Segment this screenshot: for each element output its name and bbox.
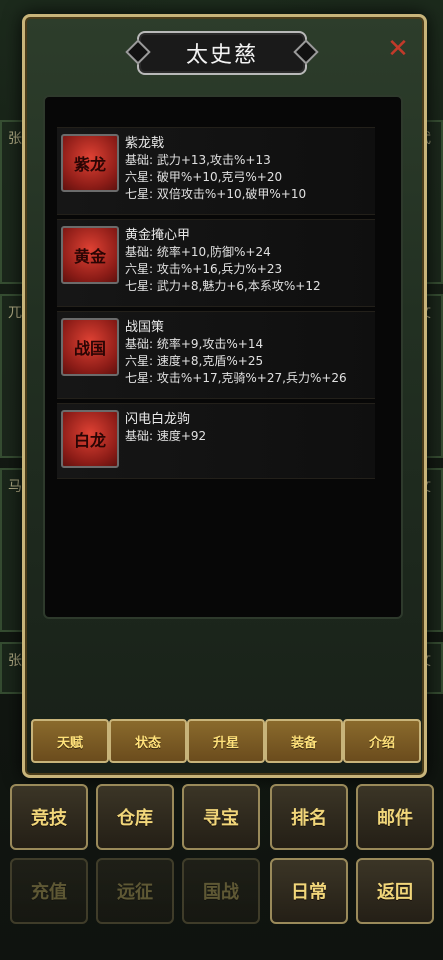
title-plate: 太史慈 (137, 31, 307, 75)
equipment-icon-text: 战国 (73, 339, 106, 358)
equipment-attribute: 基础: 统率+9,攻击%+14 (125, 336, 263, 353)
menu-mail-button[interactable]: 邮件 (356, 784, 434, 850)
attribute-value: 武力+13,攻击%+13 (156, 153, 271, 167)
side-hero-char: 张 (8, 131, 22, 147)
attribute-value: 攻击%+16,兵力%+23 (156, 262, 283, 276)
attribute-label: 七星: (125, 279, 157, 293)
hero-name-title: 太史慈 (185, 43, 258, 68)
equipment-attribute: 七星: 武力+8,魅力+6,本系攻%+12 (125, 278, 321, 295)
attribute-label: 基础: (125, 337, 157, 351)
equipment-item[interactable]: 战国 战国策 基础: 统率+9,攻击%+14 六星: 速度+8,克盾%+25 七… (57, 311, 375, 399)
side-hero-char: 马 (8, 479, 22, 495)
menu-arena-button[interactable]: 竞技 (10, 784, 88, 850)
equipment-name: 闪电白龙驹 (125, 412, 191, 427)
attribute-label: 七星: (125, 187, 157, 201)
equipment-attribute: 七星: 双倍攻击%+10,破甲%+10 (125, 186, 306, 203)
equipment-attribute: 六星: 速度+8,克盾%+25 (125, 353, 263, 370)
attribute-label: 基础: (125, 429, 157, 443)
attribute-label: 基础: (125, 245, 157, 259)
menu-recharge-button[interactable]: 充值 (10, 858, 88, 924)
equipment-name: 紫龙戟 (125, 136, 165, 151)
equipment-attribute: 六星: 破甲%+10,克弓%+20 (125, 169, 282, 186)
equipment-item[interactable]: 白龙 闪电白龙驹 基础: 速度+92 (57, 403, 375, 479)
attribute-value: 速度+92 (156, 429, 207, 443)
equipment-attribute: 基础: 速度+92 (125, 428, 206, 445)
menu-treasure-button[interactable]: 寻宝 (182, 784, 260, 850)
attribute-label: 六星: (125, 262, 157, 276)
tab-status[interactable]: 状态 (109, 719, 187, 763)
side-hero-char: 张 (8, 653, 22, 669)
equipment-name: 战国策 (125, 320, 165, 335)
menu-expedition-button[interactable]: 远征 (96, 858, 174, 924)
tab-talent[interactable]: 天赋 (31, 719, 109, 763)
attribute-value: 武力+8,魅力+6,本系攻%+12 (156, 279, 321, 293)
attribute-label: 七星: (125, 371, 157, 385)
close-button[interactable]: ✕ (386, 34, 410, 64)
equipment-list-panel: 紫龙 紫龙戟 基础: 武力+13,攻击%+13 六星: 破甲%+10,克弓%+2… (43, 95, 403, 619)
tab-equipment[interactable]: 装备 (265, 719, 343, 763)
equipment-icon-text: 黄金 (73, 247, 106, 266)
equipment-attribute: 基础: 统率+10,防御%+24 (125, 244, 271, 261)
menu-warehouse-button[interactable]: 仓库 (96, 784, 174, 850)
attribute-value: 统率+9,攻击%+14 (156, 337, 264, 351)
equipment-attribute: 六星: 攻击%+16,兵力%+23 (125, 261, 282, 278)
tab-star-up[interactable]: 升星 (187, 719, 265, 763)
close-icon: ✕ (387, 34, 409, 64)
side-hero-char: 兀 (8, 305, 22, 321)
equipment-item[interactable]: 黄金 黄金掩心甲 基础: 统率+10,防御%+24 六星: 攻击%+16,兵力%… (57, 219, 375, 307)
equipment-item[interactable]: 紫龙 紫龙戟 基础: 武力+13,攻击%+13 六星: 破甲%+10,克弓%+2… (57, 127, 375, 215)
attribute-value: 速度+8,克盾%+25 (156, 354, 264, 368)
attribute-label: 基础: (125, 153, 157, 167)
equipment-attribute: 基础: 武力+13,攻击%+13 (125, 152, 271, 169)
detail-tabs: 天赋 状态 升星 装备 介绍 (31, 719, 421, 763)
equipment-icon: 黄金 (61, 226, 119, 284)
tab-intro[interactable]: 介绍 (343, 719, 421, 763)
hero-detail-modal: 太史慈 ✕ 紫龙 紫龙戟 基础: 武力+13,攻击%+13 六星: 破甲%+10… (22, 14, 427, 778)
attribute-value: 统率+10,防御%+24 (156, 245, 271, 259)
attribute-value: 攻击%+17,克骑%+27,兵力%+26 (156, 371, 347, 385)
equipment-icon-text: 白龙 (73, 431, 106, 450)
attribute-value: 双倍攻击%+10,破甲%+10 (156, 187, 307, 201)
equipment-attribute: 七星: 攻击%+17,克骑%+27,兵力%+26 (125, 370, 347, 387)
attribute-label: 六星: (125, 170, 157, 184)
equipment-icon: 紫龙 (61, 134, 119, 192)
equipment-icon-text: 紫龙 (73, 155, 106, 174)
attribute-value: 破甲%+10,克弓%+20 (156, 170, 283, 184)
menu-back-button[interactable]: 返回 (356, 858, 434, 924)
menu-nation-war-button[interactable]: 国战 (182, 858, 260, 924)
equipment-name: 黄金掩心甲 (125, 228, 191, 243)
menu-daily-button[interactable]: 日常 (270, 858, 348, 924)
attribute-label: 六星: (125, 354, 157, 368)
equipment-icon: 战国 (61, 318, 119, 376)
equipment-icon: 白龙 (61, 410, 119, 468)
menu-ranking-button[interactable]: 排名 (270, 784, 348, 850)
